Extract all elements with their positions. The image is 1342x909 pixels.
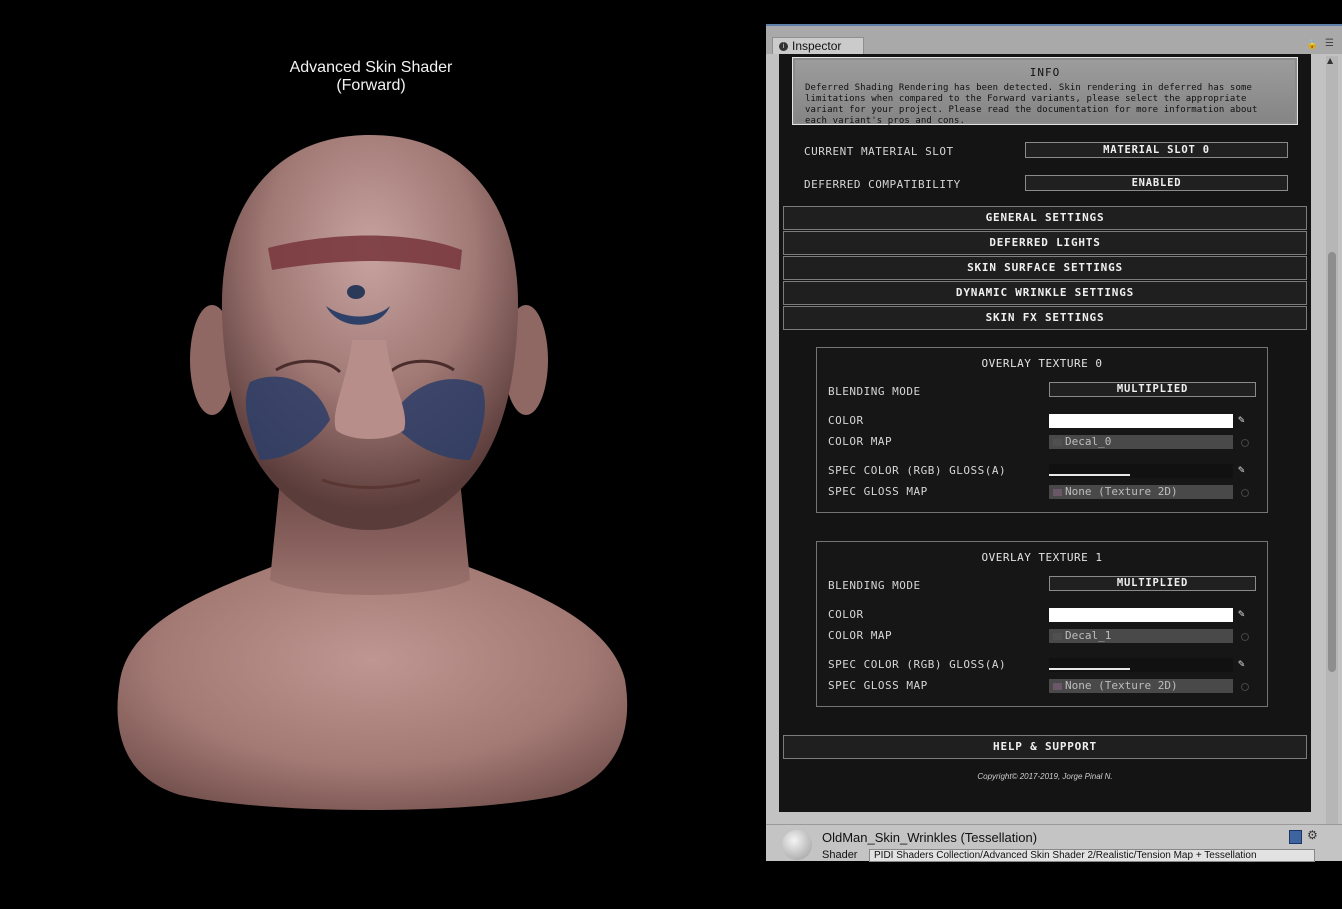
general-settings-button[interactable]: GENERAL SETTINGS xyxy=(783,206,1307,230)
overlay-texture-1-group: OVERLAY TEXTURE 1 BLENDING MODE MULTIPLI… xyxy=(816,541,1268,707)
color-swatch[interactable] xyxy=(1049,608,1233,622)
texture-thumb-icon xyxy=(1053,488,1062,496)
info-icon: i xyxy=(779,42,788,52)
color-map-value: Decal_0 xyxy=(1065,435,1112,448)
color-label: COLOR xyxy=(828,414,864,427)
inspector-scrollbar[interactable]: ▲ ▼ xyxy=(1326,56,1338,856)
blending-mode-dropdown[interactable]: MULTIPLIED xyxy=(1049,382,1256,397)
color-map-value: Decal_1 xyxy=(1065,629,1112,642)
blending-mode-label: BLENDING MODE xyxy=(828,385,921,398)
spec-alpha-bar xyxy=(1049,668,1130,670)
blending-mode-label: BLENDING MODE xyxy=(828,579,921,592)
eyedropper-icon[interactable]: ✎ xyxy=(1238,464,1250,476)
menu-icon[interactable]: ☰ xyxy=(1325,38,1334,49)
viewport-title-line1: Advanced Skin Shader xyxy=(289,59,453,76)
viewport-title: Advanced Skin Shader (Forward) xyxy=(200,59,542,95)
material-header: OldMan_Skin_Wrinkles (Tessellation) ⚙ Sh… xyxy=(766,824,1342,862)
overlay-texture-0-group: OVERLAY TEXTURE 0 BLENDING MODE MULTIPLI… xyxy=(816,347,1268,513)
overlay-texture-title: OVERLAY TEXTURE 1 xyxy=(981,551,1103,564)
color-swatch[interactable] xyxy=(1049,414,1233,428)
deferred-compatibility-toggle[interactable]: ENABLED xyxy=(1025,175,1288,191)
spec-gloss-map-value: None (Texture 2D) xyxy=(1065,485,1178,498)
inspector-tab[interactable]: i Inspector xyxy=(772,37,864,54)
eyedropper-icon[interactable]: ✎ xyxy=(1238,658,1250,670)
dynamic-wrinkle-settings-button[interactable]: DYNAMIC WRINKLE SETTINGS xyxy=(783,281,1307,305)
skin-fx-settings-button[interactable]: SKIN FX SETTINGS xyxy=(783,306,1307,330)
color-map-label: COLOR MAP xyxy=(828,435,893,448)
spec-gloss-map-label: SPEC GLOSS MAP xyxy=(828,485,928,498)
info-title: INFO xyxy=(1029,66,1061,79)
spec-gloss-map-value: None (Texture 2D) xyxy=(1065,679,1178,692)
info-box: INFO Deferred Shading Rendering has been… xyxy=(792,57,1298,126)
color-map-label: COLOR MAP xyxy=(828,629,893,642)
inspector-tab-bar: i Inspector 🔒 ☰ xyxy=(766,26,1342,54)
help-support-button[interactable]: HELP & SUPPORT xyxy=(783,735,1307,759)
viewport-title-line2: (Forward) xyxy=(336,77,406,94)
color-label: COLOR xyxy=(828,608,864,621)
scene-viewport[interactable]: Advanced Skin Shader (Forward) xyxy=(0,0,765,909)
gear-icon[interactable]: ⚙ xyxy=(1307,828,1318,842)
shader-dropdown[interactable]: PIDI Shaders Collection/Advanced Skin Sh… xyxy=(869,849,1315,862)
object-picker-icon[interactable] xyxy=(1241,489,1249,497)
scroll-up-icon[interactable]: ▲ xyxy=(1327,56,1333,65)
info-text: Deferred Shading Rendering has been dete… xyxy=(805,83,1258,126)
old-man-bust-render xyxy=(117,135,628,810)
documentation-book-icon[interactable] xyxy=(1289,830,1302,844)
lock-icon[interactable]: 🔒 xyxy=(1307,40,1318,50)
blending-mode-dropdown[interactable]: MULTIPLIED xyxy=(1049,576,1256,591)
spec-alpha-bar xyxy=(1049,474,1130,476)
skin-surface-settings-button[interactable]: SKIN SURFACE SETTINGS xyxy=(783,256,1307,280)
spec-color-label: SPEC COLOR (RGB) GLOSS(A) xyxy=(828,658,1007,671)
object-picker-icon[interactable] xyxy=(1241,633,1249,641)
inspector-tab-label: Inspector xyxy=(792,39,842,53)
object-picker-icon[interactable] xyxy=(1241,439,1249,447)
spec-color-swatch[interactable] xyxy=(1049,464,1233,478)
scroll-thumb[interactable] xyxy=(1328,252,1336,672)
deferred-compatibility-label: DEFERRED COMPATIBILITY xyxy=(804,178,961,191)
texture-thumb-icon xyxy=(1053,632,1062,640)
color-map-field[interactable]: Decal_1 xyxy=(1049,629,1233,643)
spec-gloss-map-field[interactable]: None (Texture 2D) xyxy=(1049,679,1233,693)
shader-label: Shader xyxy=(822,849,858,861)
inspector-window: i Inspector 🔒 ☰ INFO Deferred Shading Ren… xyxy=(766,24,1342,862)
spec-color-label: SPEC COLOR (RGB) GLOSS(A) xyxy=(828,464,1007,477)
spec-color-swatch[interactable] xyxy=(1049,658,1233,672)
material-preview-sphere xyxy=(782,830,812,860)
material-slot-dropdown[interactable]: MATERIAL SLOT 0 xyxy=(1025,142,1288,158)
material-name: OldMan_Skin_Wrinkles (Tessellation) xyxy=(822,830,1038,845)
spec-gloss-map-field[interactable]: None (Texture 2D) xyxy=(1049,485,1233,499)
shader-inspector-panel: INFO Deferred Shading Rendering has been… xyxy=(779,54,1311,812)
eyedropper-icon[interactable]: ✎ xyxy=(1238,608,1250,620)
texture-thumb-icon xyxy=(1053,682,1062,690)
current-material-slot-label: CURRENT MATERIAL SLOT xyxy=(804,145,954,158)
deferred-lights-button[interactable]: DEFERRED LIGHTS xyxy=(783,231,1307,255)
texture-thumb-icon xyxy=(1053,438,1062,446)
overlay-texture-title: OVERLAY TEXTURE 0 xyxy=(981,357,1103,370)
color-map-field[interactable]: Decal_0 xyxy=(1049,435,1233,449)
object-picker-icon[interactable] xyxy=(1241,683,1249,691)
eyedropper-icon[interactable]: ✎ xyxy=(1238,414,1250,426)
spec-gloss-map-label: SPEC GLOSS MAP xyxy=(828,679,928,692)
copyright-text: Copyright© 2017-2019, Jorge Pinal N. xyxy=(977,772,1113,781)
